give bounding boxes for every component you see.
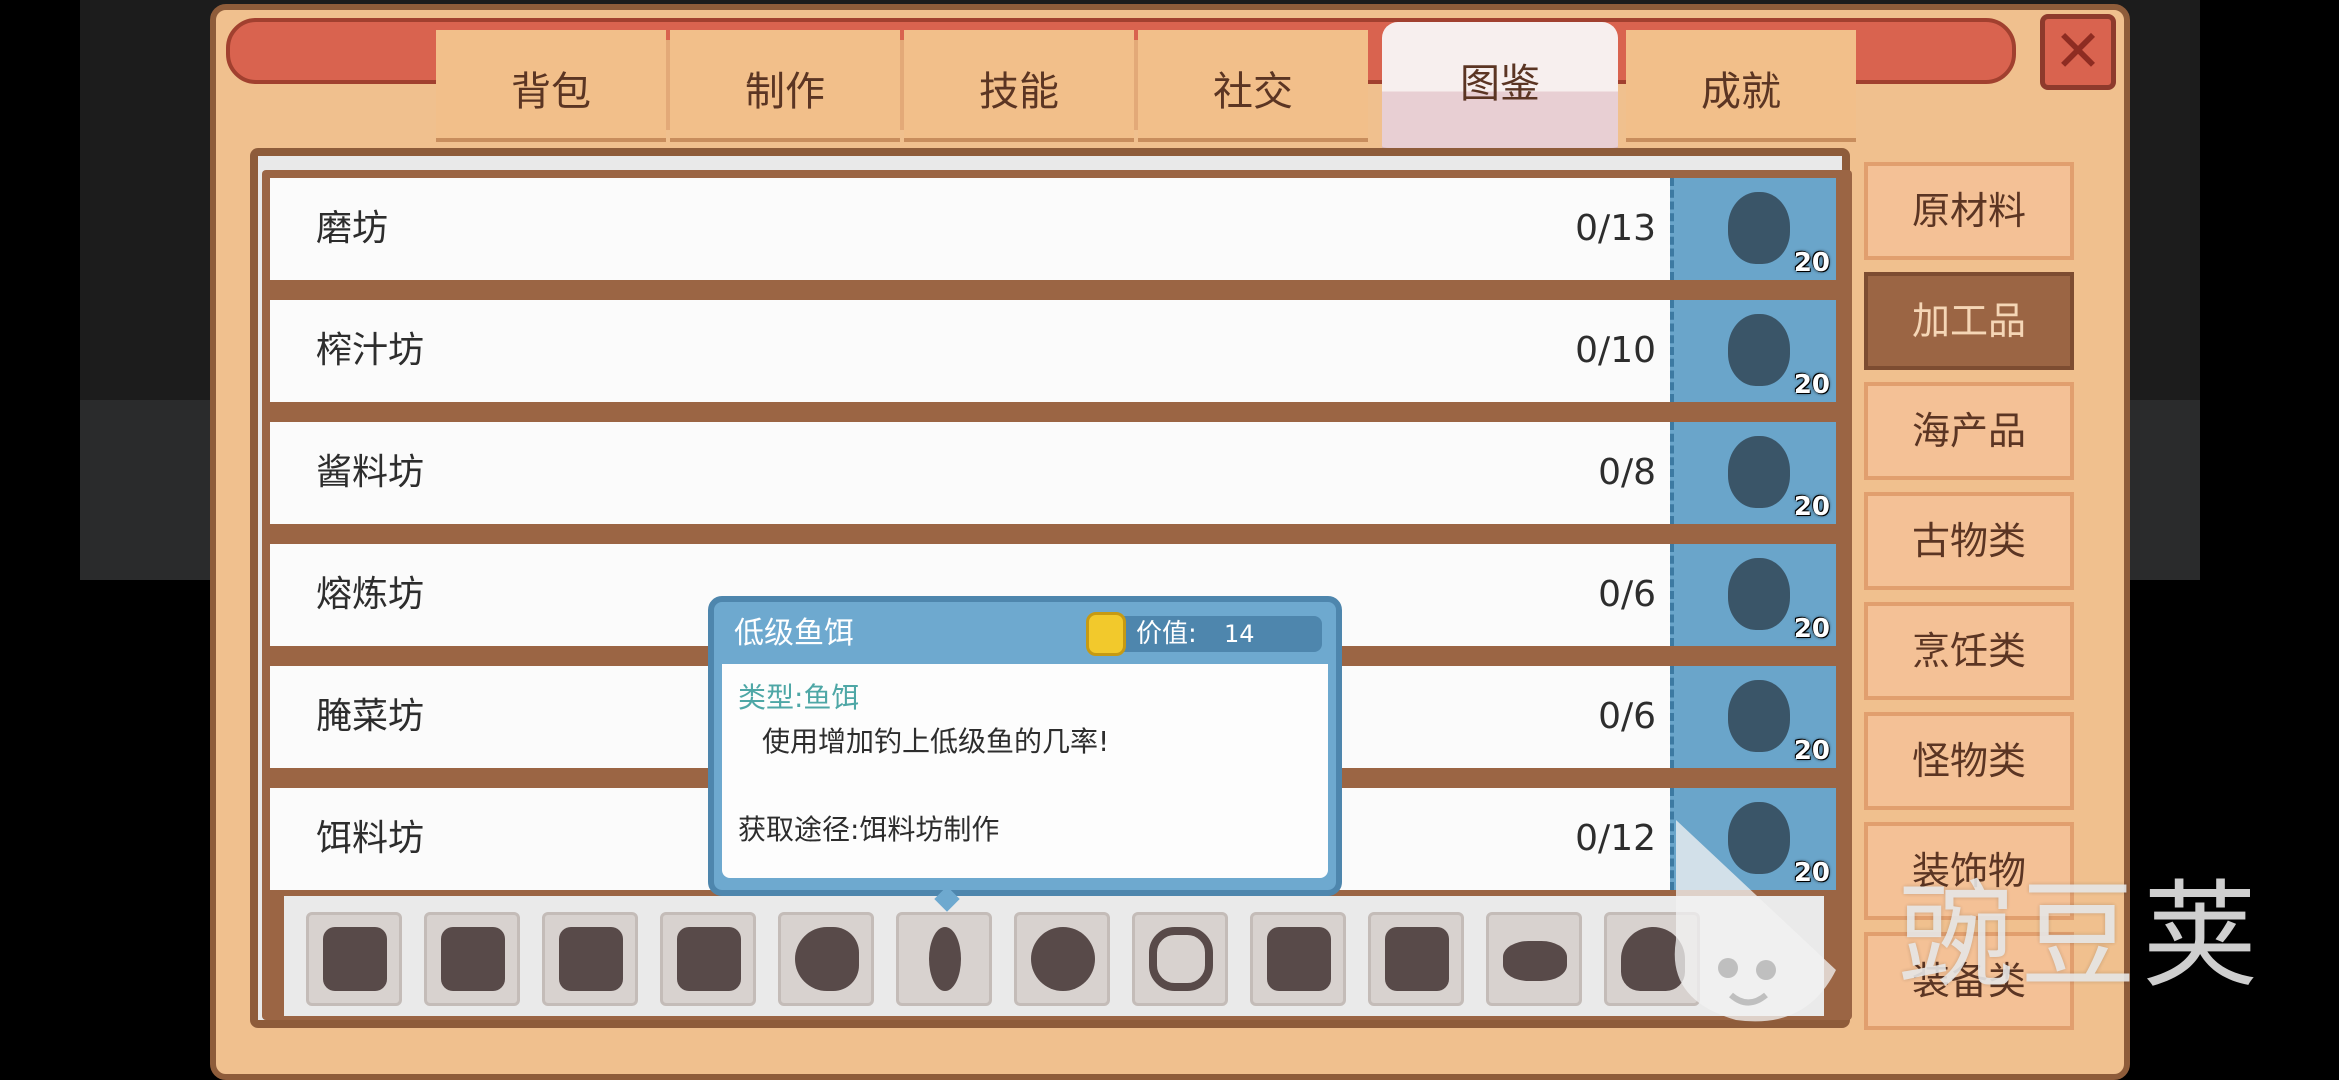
close-button[interactable]: ✕	[2040, 14, 2116, 90]
watermark-text: 豌豆荚	[1898, 869, 2264, 1004]
value-amount: 14	[1224, 620, 1255, 648]
unknown-item-icon	[795, 927, 859, 991]
tab-bar: 背包 制作 技能 社交 图鉴 成就	[436, 22, 1856, 154]
unknown-item-icon	[441, 927, 505, 991]
row-count: 0/6	[1598, 574, 1656, 615]
unknown-item-icon	[1385, 927, 1449, 991]
row-count: 0/13	[1575, 208, 1656, 249]
wandoujia-logo-icon	[1674, 820, 1836, 1022]
tooltip-description: 使用增加钓上低级鱼的几率!	[762, 725, 1110, 758]
row-count: 0/6	[1598, 696, 1656, 737]
row-name: 熔炼坊	[316, 574, 425, 615]
row-name: 酱料坊	[316, 452, 425, 493]
item-slot[interactable]	[1014, 912, 1110, 1006]
tab-achievements[interactable]: 成就	[1626, 30, 1856, 142]
category-seafood[interactable]: 海产品	[1864, 382, 2074, 480]
row-icon-box: 20	[1670, 178, 1836, 280]
bait-worm-icon	[929, 927, 961, 991]
item-slot[interactable]	[424, 912, 520, 1006]
tab-backpack[interactable]: 背包	[436, 30, 666, 142]
row-badge: 20	[1793, 370, 1830, 400]
unknown-item-icon	[1149, 927, 1213, 991]
item-slot[interactable]	[1132, 912, 1228, 1006]
unknown-item-icon	[1031, 927, 1095, 991]
value-label: 价值:	[1136, 619, 1197, 649]
unknown-item-icon	[1503, 941, 1567, 981]
row-badge: 20	[1793, 736, 1830, 766]
tab-crafting[interactable]: 制作	[670, 30, 900, 142]
unknown-item-icon	[559, 927, 623, 991]
unknown-item-icon	[1728, 436, 1790, 508]
close-icon: ✕	[2053, 17, 2103, 85]
item-slot[interactable]	[542, 912, 638, 1006]
list-item[interactable]: 榨汁坊 0/10 20	[270, 300, 1838, 402]
row-count: 0/8	[1598, 452, 1656, 493]
unknown-item-icon	[677, 927, 741, 991]
item-slot[interactable]	[1368, 912, 1464, 1006]
unknown-item-icon	[1267, 927, 1331, 991]
item-slot[interactable]	[306, 912, 402, 1006]
tab-skills[interactable]: 技能	[904, 30, 1134, 142]
row-name: 饵料坊	[316, 818, 425, 859]
row-name: 磨坊	[316, 208, 389, 249]
item-slot[interactable]	[896, 912, 992, 1006]
row-icon-box: 20	[1670, 544, 1836, 646]
tooltip-source: 获取途径:饵料坊制作	[738, 813, 1000, 846]
unknown-item-icon	[1728, 192, 1790, 264]
item-slot[interactable]	[660, 912, 756, 1006]
unknown-item-icon	[1728, 680, 1790, 752]
item-tooltip: 低级鱼饵 价值: 14 类型:鱼饵 使用增加钓上低级鱼的几率! 获取途径:饵料坊…	[708, 596, 1342, 912]
category-cooking[interactable]: 烹饪类	[1864, 602, 2074, 700]
category-antiques[interactable]: 古物类	[1864, 492, 2074, 590]
tooltip-body: 类型:鱼饵 使用增加钓上低级鱼的几率! 获取途径:饵料坊制作	[722, 664, 1328, 878]
unknown-item-icon	[1728, 558, 1790, 630]
tab-social[interactable]: 社交	[1138, 30, 1368, 142]
tab-codex[interactable]: 图鉴	[1382, 22, 1618, 154]
coin-icon	[1086, 612, 1126, 656]
item-slot[interactable]	[1250, 912, 1346, 1006]
tooltip-title: 低级鱼饵	[734, 616, 854, 651]
value-bar	[1094, 616, 1322, 652]
row-count: 0/10	[1575, 330, 1656, 371]
category-processed-goods[interactable]: 加工品	[1864, 272, 2074, 370]
unknown-item-icon	[323, 927, 387, 991]
unknown-item-icon	[1728, 314, 1790, 386]
row-name: 腌菜坊	[316, 696, 425, 737]
row-badge: 20	[1793, 614, 1830, 644]
item-slot[interactable]	[778, 912, 874, 1006]
list-item[interactable]: 酱料坊 0/8 20	[270, 422, 1838, 524]
row-icon-box: 20	[1670, 300, 1836, 402]
row-icon-box: 20	[1670, 666, 1836, 768]
row-badge: 20	[1793, 248, 1830, 278]
row-name: 榨汁坊	[316, 330, 425, 371]
item-slot-strip	[284, 896, 1824, 1016]
list-item[interactable]: 磨坊 0/13 20	[270, 178, 1838, 280]
row-icon-box: 20	[1670, 422, 1836, 524]
item-slot[interactable]	[1486, 912, 1582, 1006]
row-badge: 20	[1793, 492, 1830, 522]
category-raw-materials[interactable]: 原材料	[1864, 162, 2074, 260]
tooltip-type: 类型:鱼饵	[738, 681, 860, 714]
watermark: 豌豆荚	[1620, 790, 2300, 1070]
